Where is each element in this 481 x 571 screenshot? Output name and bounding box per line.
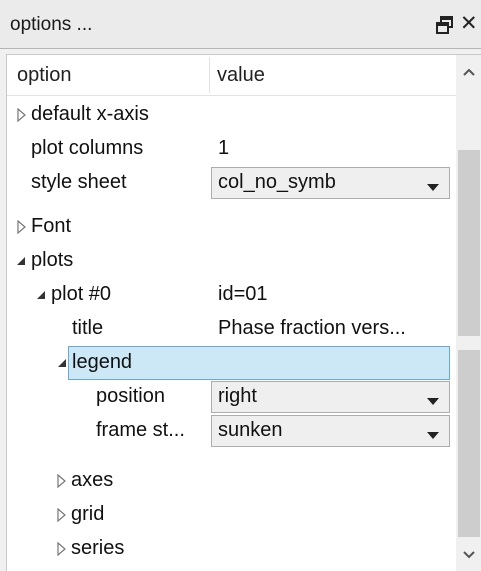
tree-row-plot-columns[interactable]: plot columns 1 bbox=[7, 132, 456, 166]
row-label: series bbox=[71, 537, 125, 559]
tree-row-plot-0[interactable]: plot #0 id=01 bbox=[7, 278, 456, 312]
float-window-icon[interactable] bbox=[435, 15, 455, 35]
collapse-arrow-icon[interactable] bbox=[35, 288, 47, 302]
row-label: default x-axis bbox=[31, 103, 149, 125]
row-label: style sheet bbox=[31, 171, 127, 193]
tree-row-frame-style[interactable]: frame st... sunken bbox=[7, 414, 456, 448]
dropdown-arrow-icon[interactable] bbox=[427, 427, 439, 439]
tree-header: option value bbox=[7, 55, 456, 96]
tree-row-plots[interactable]: plots bbox=[7, 244, 456, 278]
dropdown-arrow-icon[interactable] bbox=[427, 393, 439, 405]
dock-title-bar[interactable]: options ... ✕ bbox=[0, 0, 481, 49]
tree-row-position[interactable]: position right bbox=[7, 380, 456, 414]
collapse-arrow-icon[interactable] bbox=[15, 254, 27, 268]
select-value: sunken bbox=[218, 419, 283, 441]
dropdown-arrow-icon[interactable] bbox=[427, 179, 439, 191]
expand-arrow-icon[interactable] bbox=[16, 219, 28, 235]
close-icon[interactable]: ✕ bbox=[460, 13, 480, 35]
row-label: legend bbox=[72, 351, 133, 373]
tree-row-series[interactable]: series bbox=[7, 532, 456, 566]
column-header-value[interactable]: value bbox=[217, 64, 265, 87]
row-label: title bbox=[72, 317, 104, 339]
select-value: right bbox=[218, 385, 257, 407]
expand-arrow-icon[interactable] bbox=[56, 473, 68, 489]
row-label: position bbox=[96, 385, 165, 407]
expand-arrow-icon[interactable] bbox=[56, 507, 68, 523]
row-value[interactable]: Phase fraction vers... bbox=[218, 317, 406, 340]
tree-row-grid[interactable]: grid bbox=[7, 498, 456, 532]
options-tree[interactable]: option value default x-axis plot columns… bbox=[6, 54, 481, 571]
row-label: Font bbox=[31, 215, 72, 237]
scrollbar-thumb-grip bbox=[458, 336, 480, 350]
tree-row-legend[interactable]: legend bbox=[7, 346, 456, 380]
tree-row-font[interactable]: Font bbox=[7, 210, 456, 244]
column-header-option[interactable]: option bbox=[17, 64, 72, 87]
tree-row-title[interactable]: title Phase fraction vers... bbox=[7, 312, 456, 346]
expand-arrow-icon[interactable] bbox=[16, 107, 28, 123]
row-value[interactable]: 1 bbox=[218, 137, 229, 160]
row-label: plot #0 bbox=[51, 283, 112, 305]
row-label: plots bbox=[31, 249, 74, 271]
style-sheet-select[interactable]: col_no_symb bbox=[211, 167, 450, 199]
row-value[interactable]: id=01 bbox=[218, 283, 268, 306]
row-label: grid bbox=[71, 503, 105, 525]
legend-position-select[interactable]: right bbox=[211, 381, 450, 413]
dock-title: options ... bbox=[10, 14, 93, 35]
column-separator[interactable] bbox=[209, 57, 210, 93]
chevron-up-icon[interactable] bbox=[456, 55, 481, 89]
row-label: axes bbox=[71, 469, 114, 491]
row-label: frame st... bbox=[96, 419, 185, 441]
vertical-scrollbar[interactable] bbox=[456, 55, 481, 571]
frame-style-select[interactable]: sunken bbox=[211, 415, 450, 447]
tree-row-axes[interactable]: axes bbox=[7, 464, 456, 498]
select-value: col_no_symb bbox=[218, 171, 336, 193]
chevron-down-icon[interactable] bbox=[456, 538, 481, 571]
tree-row-default-x-axis[interactable]: default x-axis bbox=[7, 98, 456, 132]
row-label: plot columns bbox=[31, 137, 144, 159]
collapse-arrow-icon[interactable] bbox=[56, 356, 68, 370]
expand-arrow-icon[interactable] bbox=[56, 541, 68, 557]
tree-row-style-sheet[interactable]: style sheet col_no_symb bbox=[7, 166, 456, 200]
